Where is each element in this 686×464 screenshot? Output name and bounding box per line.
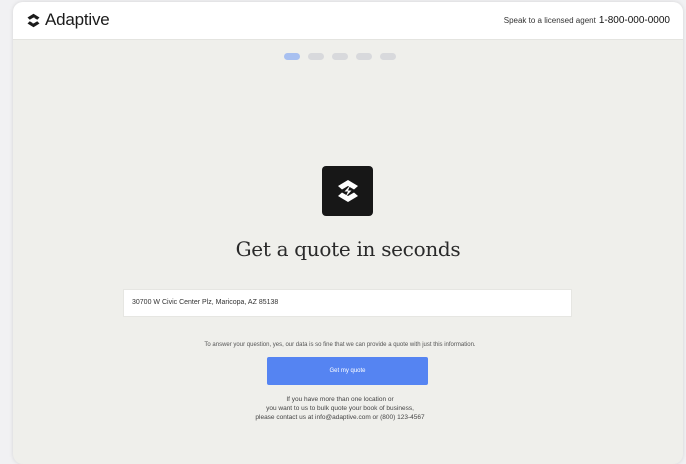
progress-step-3 — [332, 53, 348, 60]
progress-step-4 — [356, 53, 372, 60]
agent-contact: Speak to a licensed agent 1-800-000-0000 — [504, 15, 670, 26]
agent-phone-link[interactable]: 1-800-000-0000 — [599, 15, 670, 26]
help-line: you want to us to bulk quote your book o… — [266, 405, 414, 412]
logo-text: Adaptive — [45, 10, 110, 29]
progress-step-5 — [380, 53, 396, 60]
address-input[interactable]: 30700 W Civic Center Plz, Maricopa, AZ 8… — [123, 289, 572, 317]
get-quote-button[interactable]: Get my quote — [267, 357, 428, 385]
progress-step-2 — [308, 53, 324, 60]
agent-label: Speak to a licensed agent — [503, 16, 596, 25]
info-note: To answer your question, yes, our data i… — [204, 342, 476, 348]
page-title: Get a quote in seconds — [235, 237, 461, 261]
logo[interactable]: Adaptive — [26, 10, 110, 30]
help-line: If you have more than one location or — [286, 396, 394, 403]
help-contact-line[interactable]: please contact us at info@adaptive.com o… — [13, 413, 667, 422]
header: Adaptive Speak to a licensed agent 1-800… — [13, 2, 683, 40]
adaptive-logo-icon — [26, 13, 41, 28]
progress-step-1 — [284, 53, 300, 60]
progress-steps — [13, 53, 683, 60]
adaptive-brand-icon — [322, 166, 373, 216]
app-window: Adaptive Speak to a licensed agent 1-800… — [13, 2, 683, 464]
help-text: If you have more than one location or yo… — [13, 395, 683, 422]
